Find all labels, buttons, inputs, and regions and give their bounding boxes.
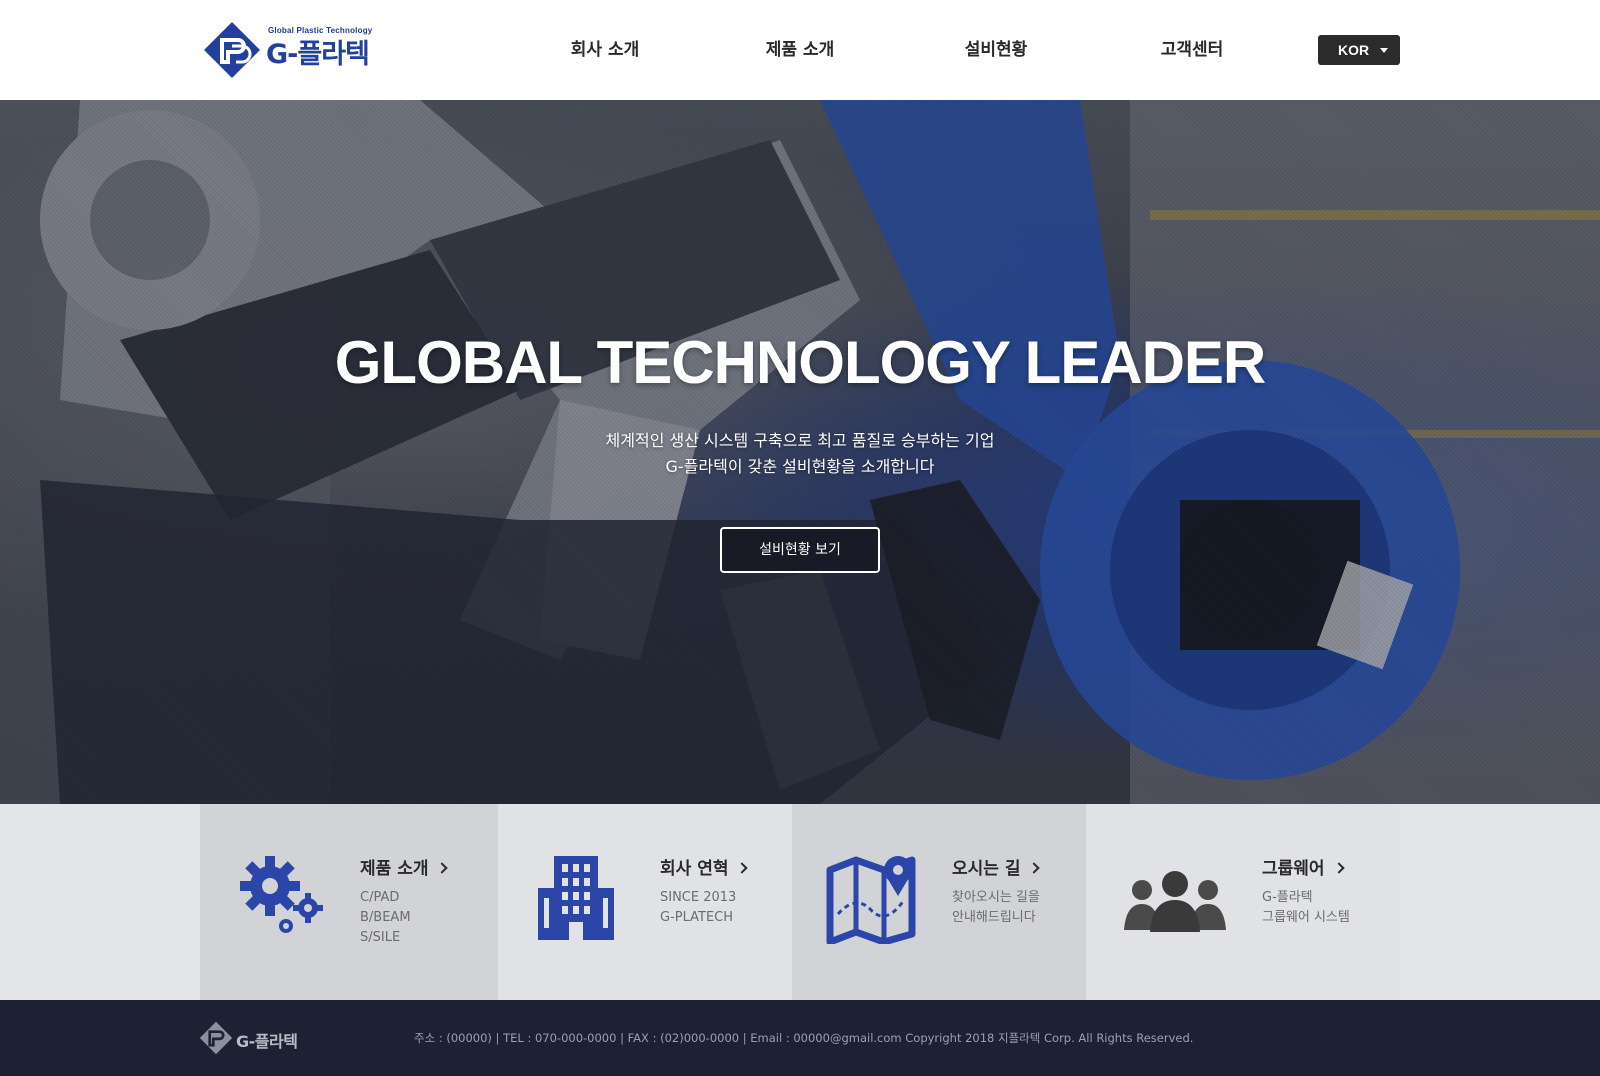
footer-company-info: 주소 : (00000) | TEL : 070-000-0000 | FAX …	[414, 1031, 1194, 1045]
nav-item-about[interactable]: 회사 소개	[535, 36, 675, 64]
quick-link-products[interactable]: 제품 소개 C/PAD B/BEAM S/SILE	[200, 804, 498, 1000]
quick-link-title-text: 오시는 길	[952, 859, 1021, 879]
site-footer: G-플라텍 주소 : (00000) | TEL : 070-000-0000 …	[0, 1000, 1600, 1076]
language-select[interactable]: KOR	[1318, 35, 1400, 65]
desc-line: SINCE 2013	[660, 890, 737, 905]
view-facilities-button[interactable]: 설비현황 보기	[720, 527, 880, 573]
group-icon	[1124, 871, 1226, 932]
chevron-right-icon	[1028, 862, 1041, 874]
quick-link-title: 회사 연혁	[660, 854, 749, 879]
desc-line: G-플라텍	[1262, 890, 1313, 905]
footer-logo-name: G-플라텍	[236, 1032, 298, 1051]
hero-subtitle-line-2: G-플라텍이 갖춘 설비현황을 소개합니다	[665, 457, 935, 476]
hero-subtitle: 체계적인 생산 시스템 구축으로 최고 품질로 승부하는 기업 G-플라텍이 갖…	[0, 428, 1600, 480]
hero-title: GLOBAL TECHNOLOGY LEADER	[334, 329, 1267, 396]
quick-links: 제품 소개 C/PAD B/BEAM S/SILE 회사 연혁 SINCE 20…	[0, 804, 1600, 1000]
quick-link-desc: 찾아오시는 길을 안내해드립니다	[952, 888, 1040, 928]
desc-line: 찾아오시는 길을	[952, 890, 1040, 905]
chevron-right-icon	[436, 862, 449, 874]
quick-link-title-text: 제품 소개	[360, 859, 429, 879]
nav-item-support[interactable]: 고객센터	[1122, 36, 1262, 64]
quick-link-desc: G-플라텍 그룹웨어 시스템	[1262, 888, 1350, 928]
site-header: Global Plastic Technology G-플라텍 회사 소개 제품…	[0, 0, 1600, 100]
desc-line: C/PAD	[360, 890, 400, 905]
building-icon	[538, 856, 614, 940]
chevron-right-icon	[1332, 862, 1345, 874]
nav-item-products[interactable]: 제품 소개	[730, 36, 870, 64]
quick-link-desc: C/PAD B/BEAM S/SILE	[360, 888, 411, 948]
quick-link-desc: SINCE 2013 G-PLATECH	[660, 888, 736, 928]
quick-link-directions[interactable]: 오시는 길 찾아오시는 길을 안내해드립니다	[792, 804, 1086, 1000]
hero-banner: GLOBAL TECHNOLOGY LEADER 체계적인 생산 시스템 구축으…	[0, 100, 1600, 804]
desc-line: S/SILE	[360, 930, 401, 945]
gears-icon	[240, 856, 323, 933]
desc-line: G-PLATECH	[660, 910, 734, 925]
nav-item-facilities[interactable]: 설비현황	[926, 36, 1066, 64]
quick-link-title-text: 그룹웨어	[1262, 859, 1325, 879]
caret-down-icon	[1380, 48, 1388, 53]
quick-link-title-text: 회사 연혁	[660, 859, 729, 879]
footer-logo-icon	[199, 1021, 233, 1055]
language-label: KOR	[1338, 42, 1370, 58]
chevron-right-icon	[736, 862, 749, 874]
desc-line: B/BEAM	[360, 910, 411, 925]
quick-link-groupware[interactable]: 그룹웨어 G-플라텍 그룹웨어 시스템	[1086, 804, 1400, 1000]
map-icon	[826, 856, 916, 944]
quick-link-title: 그룹웨어	[1262, 854, 1345, 879]
desc-line: 안내해드립니다	[952, 910, 1036, 925]
quick-link-title: 오시는 길	[952, 854, 1041, 879]
hero-subtitle-line-1: 체계적인 생산 시스템 구축으로 최고 품질로 승부하는 기업	[605, 431, 995, 450]
quick-link-title: 제품 소개	[360, 854, 449, 879]
quick-link-history[interactable]: 회사 연혁 SINCE 2013 G-PLATECH	[498, 804, 792, 1000]
desc-line: 그룹웨어 시스템	[1262, 910, 1350, 925]
